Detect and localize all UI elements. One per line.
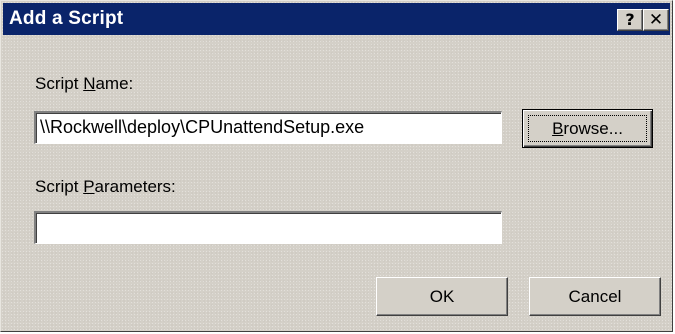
title-bar[interactable]: Add a Script ? ✕ — [3, 3, 670, 35]
browse-button[interactable]: Browse... — [522, 109, 653, 148]
cancel-button[interactable]: Cancel — [529, 277, 661, 316]
script-parameters-label: Script Parameters: — [35, 177, 176, 196]
dialog-title: Add a Script — [9, 8, 124, 29]
close-button[interactable]: ✕ — [643, 9, 669, 31]
ok-label: OK — [429, 286, 455, 306]
cancel-label: Cancel — [568, 286, 622, 306]
script-parameters-input[interactable] — [34, 211, 502, 244]
script-name-value: \\Rockwell\deploy\CPUnattendSetup.exe — [40, 117, 365, 137]
help-icon: ? — [625, 10, 635, 29]
script-name-input[interactable]: \\Rockwell\deploy\CPUnattendSetup.exe — [34, 111, 502, 144]
add-script-dialog: Add a Script ? ✕ Script Name: \\Rockwell… — [0, 0, 673, 332]
ok-button[interactable]: OK — [376, 277, 508, 316]
help-button[interactable]: ? — [617, 9, 643, 31]
close-icon: ✕ — [648, 10, 664, 30]
script-name-label: Script Name: — [35, 74, 134, 93]
focus-rectangle — [528, 115, 647, 142]
